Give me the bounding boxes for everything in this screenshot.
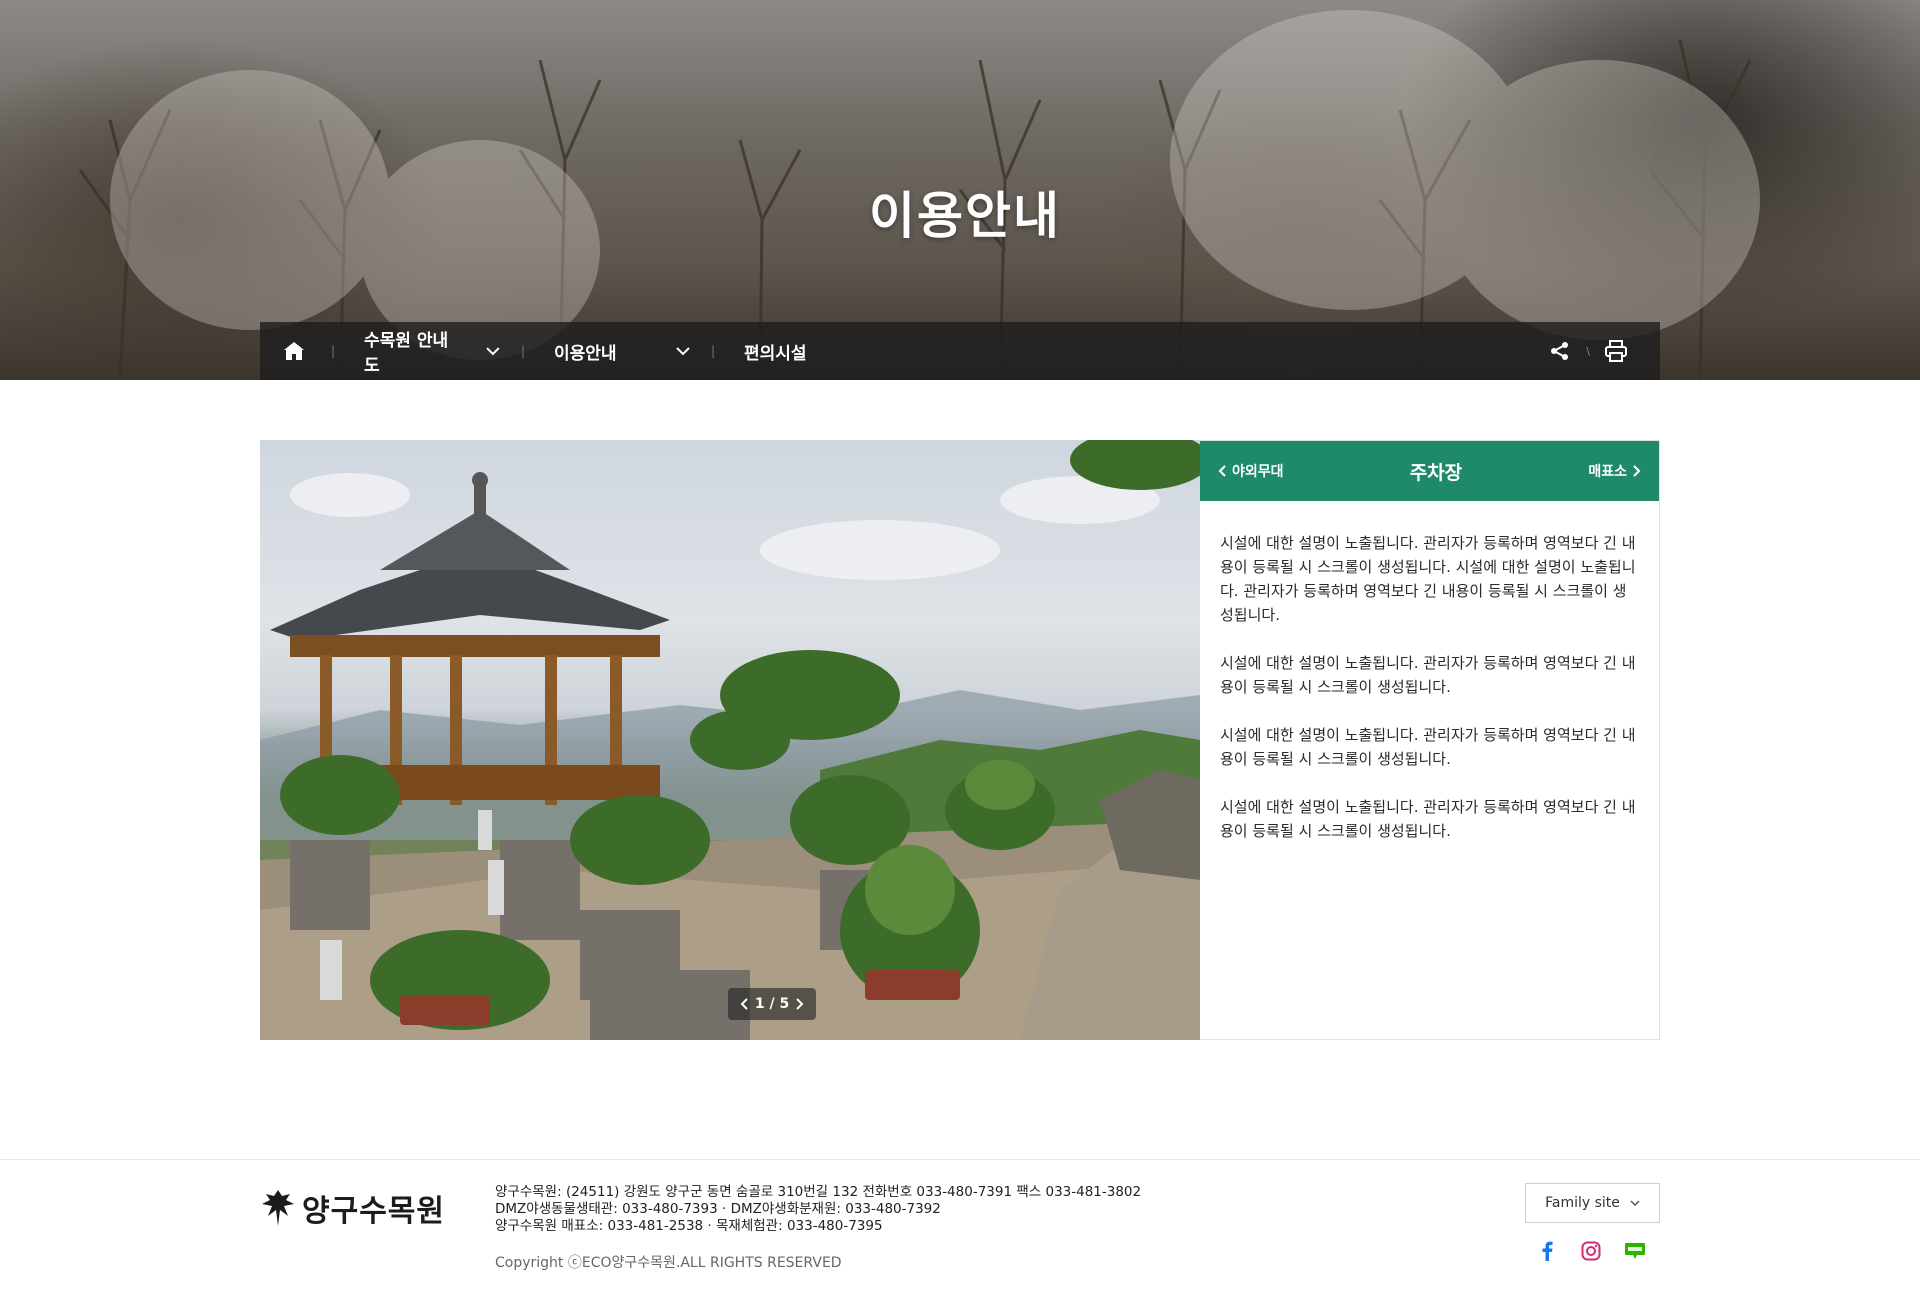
separator: | <box>520 344 526 358</box>
prev-facility-label: 야외무대 <box>1232 464 1284 480</box>
next-facility-link[interactable]: 매표소 <box>1582 461 1641 481</box>
chevron-down-icon <box>676 346 690 355</box>
gallery-counter: 1 / 5 <box>755 996 789 1012</box>
footer-logo[interactable]: 양구수목원 <box>260 1186 445 1230</box>
breadcrumb-dropdown-arboretum-map[interactable]: 수목원 안내도 <box>338 322 518 380</box>
family-site-select[interactable]: Family site <box>1525 1183 1660 1223</box>
description-paragraph: 시설에 대한 설명이 노출됩니다. 관리자가 등록하며 영역보다 긴 내용이 등… <box>1220 654 1636 696</box>
instagram-link[interactable] <box>1580 1240 1602 1262</box>
description-paragraph: 시설에 대한 설명이 노출됩니다. 관리자가 등록하며 영역보다 긴 내용이 등… <box>1220 534 1636 624</box>
home-icon <box>284 342 304 360</box>
chevron-down-icon <box>1630 1199 1640 1206</box>
page-title: 이용안내 <box>869 187 1061 245</box>
print-button[interactable] <box>1602 337 1630 365</box>
facebook-link[interactable] <box>1536 1240 1558 1262</box>
footer-info-line: 양구수목원 매표소: 033-481-2538 · 목재체험관: 033-480… <box>495 1218 883 1234</box>
blog-icon <box>1625 1243 1645 1259</box>
facility-description[interactable]: 시설에 대한 설명이 노출됩니다. 관리자가 등록하며 영역보다 긴 내용이 등… <box>1200 501 1659 1039</box>
location-bar: | 수목원 안내도 | 이용안내 | 편의시설 \ <box>260 322 1660 380</box>
gallery-separator: / <box>769 996 775 1012</box>
footer-logo-text: 양구수목원 <box>302 1194 445 1229</box>
home-button[interactable] <box>260 322 328 380</box>
next-facility-label: 매표소 <box>1588 464 1627 480</box>
page-tools: \ <box>1546 322 1660 380</box>
chevron-right-icon <box>796 998 804 1010</box>
footer-info-line: DMZ야생동물생태관: 033-480-7393 · DMZ야생화분재원: 03… <box>495 1201 941 1217</box>
facility-header: 야외무대 주차장 매표소 <box>1200 441 1659 501</box>
facility-photo-gallery: 1 / 5 <box>260 440 1200 1040</box>
facebook-icon <box>1542 1241 1553 1261</box>
copyright: Copyright ⓒECO양구수목원.ALL RIGHTS RESERVED <box>495 1255 842 1271</box>
share-icon <box>1551 342 1569 360</box>
separator: \ <box>1586 344 1590 358</box>
facility-info-panel: 야외무대 주차장 매표소 시설에 대한 설명이 노출됩니다. 관리자가 등록하며… <box>1200 440 1660 1040</box>
prev-facility-link[interactable]: 야외무대 <box>1218 461 1290 481</box>
facility-title: 주차장 <box>1409 461 1463 484</box>
chevron-right-icon <box>1633 465 1641 477</box>
arboretum-logo-icon <box>262 1190 294 1226</box>
breadcrumb-label: 이용안내 <box>554 343 617 364</box>
footer-contact-info: 양구수목원: (24511) 강원도 양구군 동면 숨골로 310번길 132 … <box>495 1184 1141 1235</box>
chevron-down-icon <box>486 346 500 355</box>
sns-links <box>1536 1240 1668 1262</box>
separator: | <box>330 344 336 358</box>
chevron-left-icon <box>1218 465 1226 477</box>
breadcrumb-label: 수목원 안내도 <box>364 331 449 376</box>
blog-link[interactable] <box>1624 1240 1646 1262</box>
chevron-left-icon <box>740 998 748 1010</box>
footer-info-line: 양구수목원: (24511) 강원도 양구군 동면 숨골로 310번길 132 … <box>495 1184 1142 1200</box>
footer: 양구수목원 양구수목원: (24511) 강원도 양구군 동면 숨골로 310번… <box>0 1159 1920 1315</box>
breadcrumb-current-facilities[interactable]: 편의시설 <box>718 322 825 380</box>
instagram-icon <box>1581 1241 1601 1261</box>
gallery-prev-button[interactable] <box>736 994 752 1014</box>
gallery-current: 1 <box>754 996 765 1012</box>
breadcrumb-dropdown-usage-guide[interactable]: 이용안내 <box>528 322 708 380</box>
description-paragraph: 시설에 대한 설명이 노출됩니다. 관리자가 등록하며 영역보다 긴 내용이 등… <box>1220 798 1636 840</box>
facility-photo <box>260 440 1200 1040</box>
separator: | <box>710 344 716 358</box>
gallery-total: 5 <box>779 996 790 1012</box>
breadcrumb-label: 편의시설 <box>744 343 807 364</box>
print-icon <box>1605 340 1627 362</box>
gallery-next-button[interactable] <box>792 994 808 1014</box>
family-site-label: Family site <box>1545 1195 1620 1211</box>
description-paragraph: 시설에 대한 설명이 노출됩니다. 관리자가 등록하며 영역보다 긴 내용이 등… <box>1220 726 1636 768</box>
gallery-pager: 1 / 5 <box>728 988 816 1020</box>
share-button[interactable] <box>1546 337 1574 365</box>
